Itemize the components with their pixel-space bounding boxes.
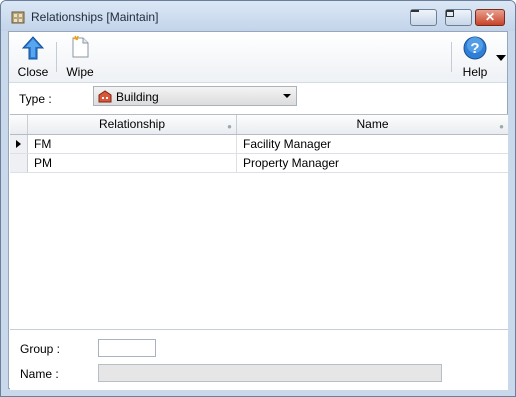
help-button[interactable]: ? Help [457, 34, 493, 80]
table-row[interactable]: FM Facility Manager [10, 135, 508, 154]
title-bar[interactable]: Relationships [Maintain] ✕ [1, 1, 515, 31]
row-selector[interactable] [10, 135, 28, 153]
up-arrow-icon [22, 36, 44, 60]
new-document-icon [72, 35, 89, 58]
minimize-icon [411, 10, 419, 12]
type-select[interactable]: Building [93, 86, 297, 106]
type-label: Type : [19, 92, 52, 106]
app-icon [11, 11, 25, 24]
cell-relationship[interactable]: PM [28, 154, 237, 172]
cell-name[interactable]: Facility Manager [237, 135, 508, 153]
help-label: Help [462, 65, 488, 79]
window-title: Relationships [Maintain] [31, 10, 159, 24]
building-icon [98, 90, 112, 103]
type-select-value: Building [116, 90, 159, 104]
column-header-label: Relationship [98, 117, 166, 131]
pin-icon: ● [499, 122, 504, 131]
name-field[interactable] [98, 364, 442, 382]
close-button[interactable]: Close [13, 34, 53, 80]
toolbar-separator [451, 42, 452, 72]
cell-relationship[interactable]: FM [28, 135, 237, 153]
current-row-arrow-icon [16, 140, 21, 148]
column-header-name[interactable]: Name ● [237, 115, 508, 134]
toolbar: Close Wipe ? Help [9, 32, 507, 83]
relationships-grid: Relationship ● Name ● FM Facility Manage… [10, 114, 508, 329]
svg-text:?: ? [470, 40, 479, 57]
wipe-label: Wipe [66, 65, 94, 79]
help-dropdown-icon[interactable] [496, 55, 506, 61]
minimize-button[interactable] [410, 9, 437, 26]
close-label: Close [17, 65, 49, 79]
relationships-window: Relationships [Maintain] ✕ Close Wipe ? … [0, 0, 516, 397]
toolbar-separator [56, 42, 57, 72]
name-label: Name : [20, 367, 59, 381]
chevron-down-icon [283, 94, 291, 98]
pin-icon: ● [227, 122, 232, 131]
cell-name[interactable]: Property Manager [237, 154, 508, 172]
type-filter-row: Type : Building [9, 83, 507, 113]
column-header-relationship[interactable]: Relationship ● [28, 115, 237, 134]
close-window-button[interactable]: ✕ [475, 9, 505, 26]
grid-header: Relationship ● Name ● [10, 115, 508, 135]
group-label: Group : [20, 342, 61, 356]
column-header-label: Name [356, 117, 389, 131]
table-row[interactable]: PM Property Manager [10, 154, 508, 173]
row-selector-header [10, 115, 28, 134]
maximize-icon [446, 10, 454, 17]
maximize-button[interactable] [445, 9, 472, 26]
detail-form: Group : Name : [10, 329, 508, 390]
wipe-button[interactable]: Wipe [61, 34, 99, 80]
row-selector[interactable] [10, 154, 28, 172]
help-icon: ? [463, 36, 487, 60]
client-area: Close Wipe ? Help Type: Building Relati… [8, 31, 508, 390]
close-icon: ✕ [484, 10, 496, 24]
group-field[interactable] [98, 339, 156, 357]
